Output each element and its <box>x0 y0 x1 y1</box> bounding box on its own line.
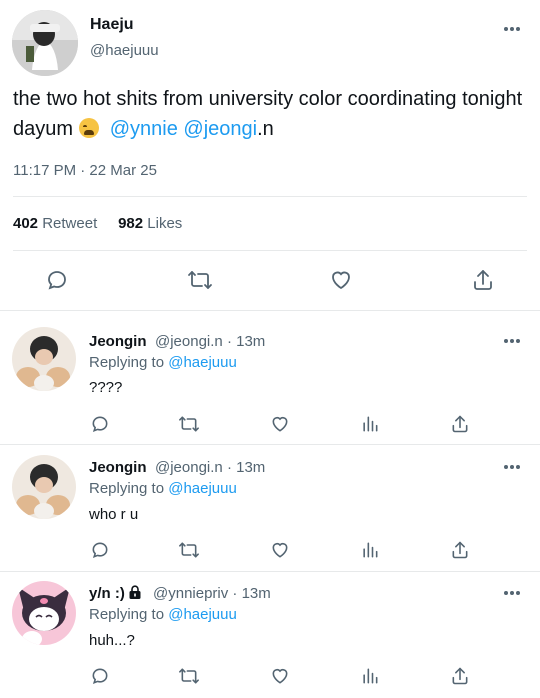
replying-to-handle[interactable]: @haejuuu <box>168 480 237 497</box>
reply-author-name[interactable]: y/n :) <box>89 585 142 602</box>
views-button[interactable] <box>356 536 384 564</box>
avatar[interactable] <box>12 10 78 76</box>
retweet-icon <box>179 542 199 558</box>
share-button[interactable] <box>469 266 497 294</box>
mention-ynnie[interactable]: @ynnie <box>110 118 178 140</box>
avatar[interactable] <box>12 455 76 519</box>
main-tweet: Haeju @haejuuu the two hot shits from un… <box>0 0 540 310</box>
reply-button[interactable] <box>43 266 71 294</box>
comment-icon <box>92 668 108 684</box>
replying-to-label: Replying to <box>89 354 169 371</box>
reply-meta[interactable]: @jeongi.n · 13m <box>155 459 265 476</box>
analytics-icon <box>363 416 378 432</box>
replying-to-handle[interactable]: @haejuuu <box>168 354 237 371</box>
reply-button[interactable] <box>86 536 114 564</box>
retweet-icon <box>188 271 212 289</box>
reply-author-name[interactable]: Jeongin <box>89 333 147 350</box>
reply-text: who r u <box>89 506 139 523</box>
heart-icon <box>272 416 288 432</box>
heart-icon <box>272 668 288 684</box>
more-dots-icon[interactable] <box>504 339 522 345</box>
analytics-icon <box>363 668 378 684</box>
divider <box>13 250 527 251</box>
analytics-icon <box>363 542 378 558</box>
like-button[interactable] <box>266 410 294 438</box>
like-button[interactable] <box>327 266 355 294</box>
reply-meta[interactable]: @jeongi.n · 13m <box>155 333 265 350</box>
reply-author-name-text: y/n :) <box>89 585 125 602</box>
replying-to-label: Replying to <box>89 480 169 497</box>
replying-to-label: Replying to <box>89 606 169 623</box>
retweet-button[interactable] <box>175 536 203 564</box>
divider <box>13 196 527 197</box>
retweet-label[interactable]: Retweet <box>42 215 97 232</box>
retweet-icon <box>179 416 199 432</box>
more-dots-icon[interactable] <box>504 27 522 33</box>
retweet-button[interactable] <box>186 266 214 294</box>
reply-button[interactable] <box>86 410 114 438</box>
reply-tweet[interactable]: Jeongin @jeongi.n · 13m Replying to @hae… <box>0 311 540 444</box>
share-button[interactable] <box>446 662 474 690</box>
comment-icon <box>48 271 66 290</box>
lock-icon <box>129 585 141 599</box>
share-icon <box>474 270 492 290</box>
comment-icon <box>92 542 108 558</box>
reply-author-name[interactable]: Jeongin <box>89 459 147 476</box>
views-button[interactable] <box>356 662 384 690</box>
reply-tweet[interactable]: Jeongin @jeongi.n · 13m Replying to @hae… <box>0 445 540 571</box>
reply-meta[interactable]: @ynniepriv · 13m <box>153 585 271 602</box>
comment-icon <box>92 416 108 432</box>
more-dots-icon[interactable] <box>504 465 522 471</box>
weary-face-emoji-icon <box>78 118 99 138</box>
tweet-text: the two hot shits from university color … <box>13 84 528 144</box>
share-icon <box>452 541 468 559</box>
replying-to-handle[interactable]: @haejuuu <box>168 606 237 623</box>
reply-text: ???? <box>89 379 123 396</box>
reply-button[interactable] <box>86 662 114 690</box>
author-handle[interactable]: @haejuuu <box>90 42 159 59</box>
heart-icon <box>272 542 288 558</box>
replying-to: Replying to @haejuuu <box>89 354 237 371</box>
like-button[interactable] <box>266 536 294 564</box>
share-button[interactable] <box>446 410 474 438</box>
retweet-button[interactable] <box>175 410 203 438</box>
avatar[interactable] <box>12 327 76 391</box>
author-name[interactable]: Haeju <box>90 16 134 34</box>
reply-text: huh...? <box>89 632 135 649</box>
retweet-icon <box>179 668 199 684</box>
reply-tweet[interactable]: y/n :) @ynniepriv · 13m Replying to @hae… <box>0 572 540 698</box>
avatar[interactable] <box>12 581 76 645</box>
views-button[interactable] <box>356 410 384 438</box>
share-icon <box>452 667 468 685</box>
share-icon <box>452 415 468 433</box>
heart-icon <box>332 271 350 290</box>
engagement-stats: 402 Retweet 982 Likes <box>13 215 182 232</box>
replying-to: Replying to @haejuuu <box>89 480 237 497</box>
like-count[interactable]: 982 <box>118 215 143 232</box>
tweet-body-end: .n <box>257 118 274 140</box>
more-dots-icon[interactable] <box>504 591 522 597</box>
retweet-count[interactable]: 402 <box>13 215 38 232</box>
tweet-timestamp[interactable]: 11:17 PM · 22 Mar 25 <box>13 162 157 179</box>
retweet-button[interactable] <box>175 662 203 690</box>
mention-jeongi[interactable]: @jeongi <box>183 118 257 140</box>
share-button[interactable] <box>446 536 474 564</box>
replying-to: Replying to @haejuuu <box>89 606 237 623</box>
like-label[interactable]: Likes <box>147 215 182 232</box>
like-button[interactable] <box>266 662 294 690</box>
